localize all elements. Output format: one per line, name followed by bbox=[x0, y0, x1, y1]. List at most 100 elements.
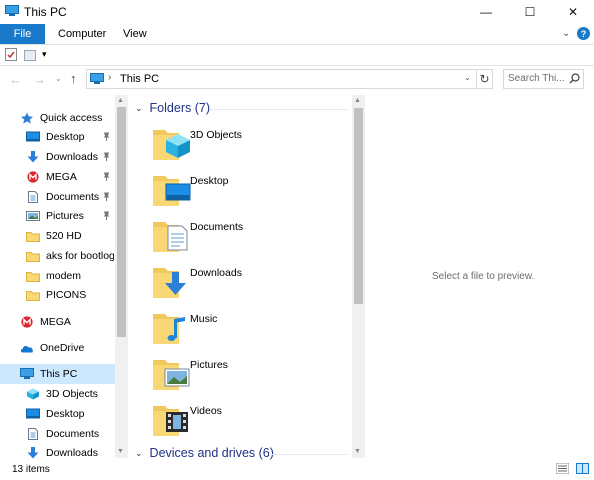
sidebar-item-pictures[interactable]: Pictures bbox=[0, 206, 114, 226]
content-scroll-down-arrow[interactable]: ▼ bbox=[354, 448, 361, 455]
folder-item[interactable] bbox=[152, 168, 192, 208]
large-icons-view-icon[interactable] bbox=[576, 463, 589, 474]
item-count: 13 items bbox=[12, 464, 50, 475]
download-icon bbox=[26, 151, 40, 163]
address-history-dropdown[interactable]: ⌄ bbox=[464, 73, 471, 82]
sidebar-item-mega[interactable]: MEGA bbox=[0, 167, 114, 187]
sidebar-item-520-hd[interactable]: 520 HD bbox=[0, 226, 114, 246]
document-icon bbox=[26, 428, 40, 440]
sidebar-item-3d-objects[interactable]: 3D Objects bbox=[0, 384, 114, 404]
group-title: Folders (7) bbox=[149, 101, 210, 115]
forward-button[interactable]: → bbox=[33, 72, 46, 87]
sidebar-item-quick-access[interactable]: Quick access bbox=[0, 108, 114, 128]
group-divider bbox=[272, 454, 348, 455]
search-icon[interactable] bbox=[569, 73, 580, 84]
minimize-button[interactable]: — bbox=[464, 0, 508, 24]
refresh-button[interactable]: ↻ bbox=[477, 69, 493, 89]
mega-icon bbox=[26, 171, 40, 183]
sidebar-item-downloads[interactable]: Downloads bbox=[0, 147, 114, 167]
group-title: Devices and drives (6) bbox=[149, 446, 274, 460]
sidebar-item-label: Quick access bbox=[40, 112, 103, 124]
download-icon bbox=[153, 268, 186, 298]
close-button[interactable]: ✕ bbox=[551, 0, 594, 24]
sidebar-item-documents[interactable]: Documents bbox=[0, 424, 114, 444]
breadcrumb-separator[interactable]: › bbox=[108, 72, 111, 83]
folder-label[interactable]: Videos bbox=[190, 405, 222, 417]
folder-icon bbox=[26, 250, 40, 262]
up-button[interactable]: ↑ bbox=[70, 71, 77, 86]
content-scroll-thumb[interactable] bbox=[354, 108, 363, 304]
sidebar-item-picons[interactable]: PICONS bbox=[0, 285, 114, 305]
sidebar-item-onedrive[interactable]: OneDrive bbox=[0, 338, 114, 358]
sidebar-item-label: Desktop bbox=[46, 131, 85, 143]
folder-label[interactable]: Music bbox=[190, 313, 217, 325]
breadcrumb-this-pc[interactable]: This PC bbox=[120, 73, 159, 85]
onedrive-icon bbox=[20, 342, 34, 354]
nav-scroll-up-arrow[interactable]: ▲ bbox=[117, 97, 124, 104]
folder-label[interactable]: Pictures bbox=[190, 359, 228, 371]
content-scroll-up-arrow[interactable]: ▲ bbox=[354, 97, 361, 104]
chevron-down-icon[interactable]: ⌄ bbox=[135, 103, 143, 114]
sidebar-item-label: PICONS bbox=[46, 289, 87, 301]
sidebar-item-modem[interactable]: modem bbox=[0, 266, 114, 286]
sidebar-item-downloads[interactable]: Downloads bbox=[0, 443, 114, 463]
star-icon bbox=[20, 112, 34, 124]
quick-access-toolbar bbox=[0, 44, 594, 66]
cube-icon bbox=[153, 130, 190, 160]
pin-icon bbox=[103, 172, 110, 183]
maximize-button[interactable]: ☐ bbox=[508, 0, 552, 24]
recent-locations-dropdown[interactable]: ⌄ bbox=[55, 74, 62, 83]
pin-icon bbox=[103, 211, 110, 222]
folder-item[interactable] bbox=[152, 352, 192, 392]
sidebar-item-label: MEGA bbox=[40, 316, 71, 328]
tab-file[interactable]: File bbox=[0, 24, 45, 44]
folder-item[interactable] bbox=[152, 214, 192, 254]
sidebar-item-label: OneDrive bbox=[40, 342, 85, 354]
sidebar-item-documents[interactable]: Documents bbox=[0, 187, 114, 207]
sidebar-item-desktop[interactable]: Desktop bbox=[0, 127, 114, 147]
folder-icon bbox=[26, 289, 40, 301]
this-pc-icon bbox=[90, 73, 104, 84]
group-header[interactable]: ⌄ Devices and drives (6) bbox=[135, 446, 274, 460]
chevron-down-icon[interactable]: ⌄ bbox=[135, 448, 143, 459]
sidebar-item-label: Downloads bbox=[46, 151, 98, 163]
sidebar-item-aks-for-bootlogo[interactable]: aks for bootlogo bbox=[0, 246, 114, 266]
sidebar-item-mega[interactable]: MEGA bbox=[0, 312, 114, 332]
sidebar-item-this-pc[interactable]: This PC bbox=[0, 364, 115, 384]
folder-item[interactable] bbox=[152, 122, 192, 162]
sidebar-item-label: Downloads bbox=[46, 447, 98, 459]
tab-view[interactable]: View bbox=[123, 28, 147, 40]
group-header[interactable]: ⌄ Folders (7) bbox=[135, 101, 210, 115]
expand-ribbon-icon[interactable]: ⌄ bbox=[562, 28, 570, 39]
customize-qat-dropdown[interactable]: ▾ bbox=[42, 49, 47, 60]
pc-icon bbox=[20, 368, 34, 380]
back-button[interactable]: ← bbox=[9, 72, 22, 87]
nav-scroll-thumb[interactable] bbox=[117, 107, 126, 337]
folder-item[interactable] bbox=[152, 398, 192, 438]
help-icon[interactable]: ? bbox=[577, 27, 590, 40]
properties-icon[interactable] bbox=[5, 48, 17, 61]
sidebar-item-desktop[interactable]: Desktop bbox=[0, 404, 114, 424]
pin-icon bbox=[103, 152, 110, 163]
folder-icon bbox=[26, 230, 40, 242]
group-divider bbox=[210, 109, 348, 110]
folder-item[interactable] bbox=[152, 306, 192, 346]
folder-label[interactable]: Downloads bbox=[190, 267, 242, 279]
music-icon bbox=[153, 314, 185, 344]
folder-label[interactable]: Documents bbox=[190, 221, 243, 233]
search-placeholder: Search Thi... bbox=[508, 73, 565, 84]
sidebar-item-label: modem bbox=[46, 270, 82, 282]
new-folder-icon[interactable] bbox=[24, 48, 36, 61]
preview-message: Select a file to preview. bbox=[432, 271, 535, 282]
tab-computer[interactable]: Computer bbox=[58, 28, 106, 40]
folder-label[interactable]: Desktop bbox=[190, 175, 229, 187]
folder-item[interactable] bbox=[152, 260, 192, 300]
nav-scroll-down-arrow[interactable]: ▼ bbox=[117, 448, 124, 455]
sidebar-item-label: Desktop bbox=[46, 408, 85, 420]
cube-icon bbox=[26, 388, 40, 400]
desktop-icon bbox=[26, 131, 40, 143]
folder-label[interactable]: 3D Objects bbox=[190, 129, 242, 141]
details-view-icon[interactable] bbox=[556, 463, 569, 474]
folder-icon bbox=[26, 270, 40, 282]
desktop-icon bbox=[153, 176, 191, 206]
